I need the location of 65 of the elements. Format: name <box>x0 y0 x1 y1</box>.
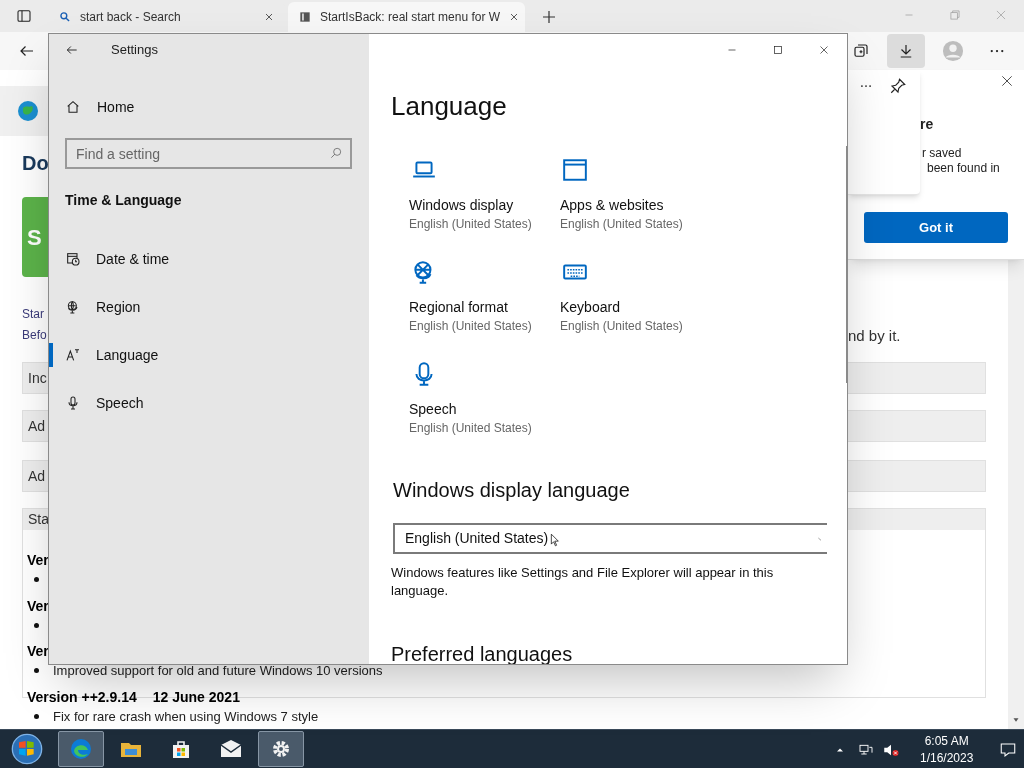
bullet-icon <box>34 668 39 673</box>
start-button-icon[interactable] <box>11 733 43 765</box>
download-button[interactable] <box>887 34 925 68</box>
notifications-icon[interactable] <box>999 740 1018 759</box>
search-field[interactable]: Find a setting <box>65 138 352 169</box>
popup-heading: re <box>920 115 934 134</box>
browser-tab[interactable]: StartIsBack: real start menu for W <box>288 2 525 32</box>
language-tile[interactable]: Apps & websites English (United States) <box>560 157 711 259</box>
taskbar-app[interactable] <box>258 731 304 767</box>
pin-icon[interactable] <box>889 77 907 95</box>
window-title: Settings <box>111 41 158 60</box>
nav-item[interactable]: Date & time <box>49 235 369 283</box>
language-icon <box>65 347 81 363</box>
maximize-icon[interactable] <box>771 43 785 57</box>
search-icon <box>58 10 72 24</box>
collections-icon[interactable] <box>852 42 870 60</box>
tab-actions-icon[interactable] <box>16 8 32 24</box>
close-icon[interactable] <box>999 73 1015 89</box>
intro-text: Star <box>22 306 44 323</box>
window-icon <box>560 157 590 183</box>
got-it-button[interactable]: Got it <box>864 212 1008 243</box>
description-text: Windows features like Settings and File Explorer will appear in this language. <box>391 564 775 600</box>
tab-title: start back - Search <box>80 9 182 26</box>
language-tile[interactable]: Regional format English (United States) <box>409 259 560 361</box>
tab-title: StartIsBack: real start menu for W <box>320 9 501 26</box>
section-heading: Windows display language <box>393 478 631 503</box>
intro-text: Befo <box>22 327 47 344</box>
version-title: Ver <box>27 597 49 616</box>
section-title: Inc <box>28 368 47 388</box>
popup-text: r saved <box>922 145 962 161</box>
section-title: Ad <box>28 416 46 436</box>
section-title: Ad <box>28 466 46 486</box>
change-item: Fix for rare crash when using Windows 7 style <box>53 707 319 726</box>
intro-text: nd by it. <box>848 326 901 346</box>
globe-icon <box>16 99 40 123</box>
calendar-clock-icon <box>65 251 81 267</box>
change-item: Improved support for old and future Windows 10 versions <box>53 661 383 680</box>
bullet-icon <box>34 714 39 719</box>
language-tile[interactable]: Windows display English (United States) <box>409 157 560 259</box>
microphone-icon <box>65 395 81 411</box>
section-title: Sta <box>28 510 49 529</box>
home-item[interactable]: Home <box>49 87 369 127</box>
search-icon[interactable] <box>329 146 343 160</box>
home-icon <box>65 99 81 115</box>
language-dropdown[interactable]: English (United States) <box>393 523 827 554</box>
page-heading: Do <box>22 151 49 176</box>
browser-icon <box>69 737 93 761</box>
nav-item[interactable]: Language <box>49 331 369 379</box>
version-title: Ver <box>27 551 49 570</box>
version-title: Ver <box>27 642 49 661</box>
version-date: 12 June 2021 <box>152 688 240 707</box>
version-title: Version ++2.9.14 <box>27 688 137 707</box>
popup-text: been found in <box>927 160 1000 176</box>
bullet-icon <box>34 623 39 628</box>
new-tab-icon[interactable] <box>540 8 558 26</box>
section-heading: Time & Language <box>64 191 183 210</box>
nav-item[interactable]: Region <box>49 283 369 331</box>
page-icon <box>298 10 312 24</box>
nav-item[interactable]: Speech <box>49 379 369 427</box>
clock[interactable]: 6:05 AM 1/16/2023 <box>920 732 974 767</box>
bullet-icon <box>34 577 39 582</box>
close-icon[interactable] <box>263 11 275 23</box>
page-title: Language <box>391 90 508 123</box>
language-tile[interactable]: Speech English (United States) <box>409 361 560 463</box>
language-tile[interactable]: Keyboard English (United States) <box>560 259 711 361</box>
